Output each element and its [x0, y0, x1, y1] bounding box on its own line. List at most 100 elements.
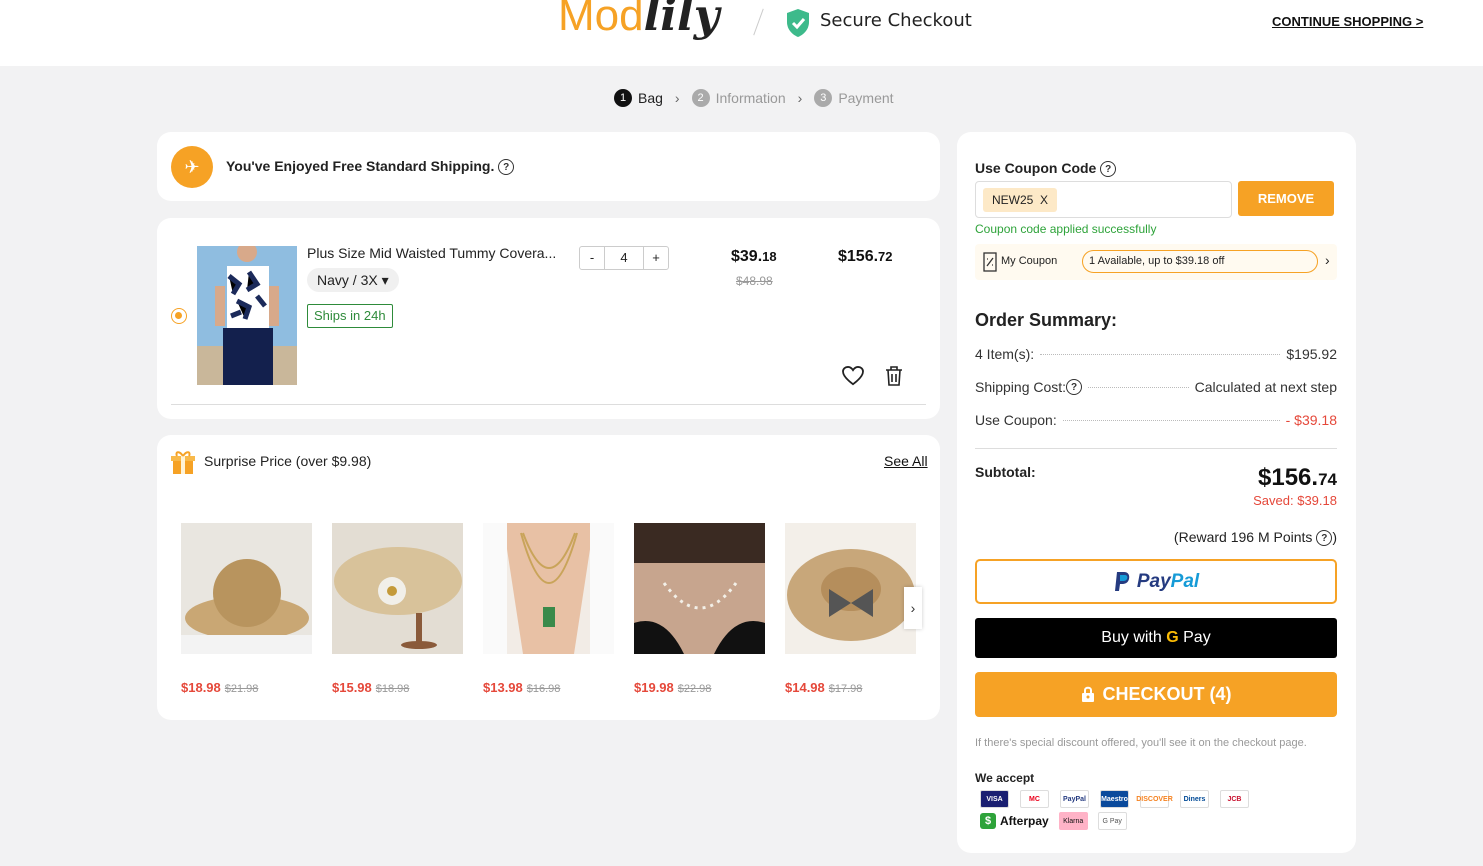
product-image[interactable]: [197, 246, 297, 385]
gpay-icon: G Pay: [1097, 812, 1127, 830]
surprise-price-section: Surprise Price (over $9.98) See All $18.…: [157, 435, 940, 720]
remove-chip-icon[interactable]: X: [1040, 193, 1048, 207]
visa-icon: VISA: [980, 790, 1009, 808]
paypal-icon: [1114, 571, 1130, 591]
lock-icon: [1081, 686, 1094, 702]
qty-plus-button[interactable]: +: [644, 247, 668, 269]
rec-orig-price: $22.98: [677, 683, 712, 695]
carousel-next-button[interactable]: ›: [904, 587, 922, 629]
help-icon[interactable]: ?: [1066, 379, 1083, 395]
header-bar: Modlily Secure Checkout CONTINUE SHOPPIN…: [0, 0, 1483, 66]
dollar-icon: $: [980, 813, 996, 829]
continue-shopping-link[interactable]: CONTINUE SHOPPING >: [1272, 14, 1423, 29]
we-accept-label: We accept: [975, 771, 1035, 785]
header-divider: [753, 8, 764, 36]
caret-down-icon: ▾: [381, 272, 389, 288]
discount-disclaimer: If there's special discount offered, you…: [975, 737, 1307, 749]
payment-methods-row2: $ Afterpay Klarna G Pay: [980, 812, 1127, 830]
pearl-necklace-image[interactable]: [634, 523, 765, 654]
step-payment[interactable]: 3 Payment: [814, 89, 894, 107]
klarna-icon: Klarna: [1058, 812, 1088, 830]
order-summary-title: Order Summary:: [975, 310, 1118, 330]
paypal-card-icon: PayPal: [1060, 790, 1089, 808]
mastercard-icon: MC: [1020, 790, 1049, 808]
discover-icon: DISCOVER: [1136, 790, 1173, 808]
coupon-row: Use Coupon: - $39.18: [975, 412, 1337, 428]
variant-selector[interactable]: Navy / 3X ▾: [307, 268, 399, 292]
coupon-available-pill: 1 Available, up to $39.18 off: [1082, 250, 1318, 273]
rec-item[interactable]: $14.98 $17.98: [785, 523, 916, 695]
paypal-button[interactable]: Pay Pal: [975, 559, 1337, 604]
necklace-image[interactable]: [483, 523, 614, 654]
chevron-right-icon: ›: [910, 600, 916, 616]
coupon-input[interactable]: NEW25 X: [975, 181, 1232, 218]
rec-item[interactable]: $13.98 $16.98: [483, 523, 614, 695]
shield-check-icon: [787, 9, 809, 37]
qty-input[interactable]: 4: [604, 247, 644, 269]
bow-hat-image[interactable]: [785, 523, 916, 654]
product-name[interactable]: Plus Size Mid Waisted Tummy Covera...: [307, 245, 556, 261]
see-all-link[interactable]: See All: [884, 453, 928, 469]
variant-label: Navy / 3X: [317, 272, 378, 288]
item-divider: [171, 404, 926, 405]
rec-orig-price: $21.98: [224, 683, 259, 695]
chevron-right-icon: ›: [1325, 252, 1330, 268]
chevron-right-icon: ›: [674, 90, 680, 106]
help-icon[interactable]: ?: [498, 159, 515, 176]
shipping-row: Shipping Cost:? Calculated at next step: [975, 379, 1337, 395]
step-bag[interactable]: 1 Bag: [614, 89, 663, 107]
free-shipping-text: You've Enjoyed Free Standard Shipping.: [226, 158, 495, 174]
checkout-button[interactable]: CHECKOUT (4): [975, 672, 1337, 717]
chevron-right-icon: ›: [797, 90, 803, 106]
straw-hat-image[interactable]: [181, 523, 312, 654]
subtotal-label: Subtotal:: [975, 464, 1036, 480]
rec-item[interactable]: $18.98 $21.98: [181, 523, 312, 695]
jcb-icon: JCB: [1220, 790, 1249, 808]
rec-orig-price: $17.98: [828, 683, 863, 695]
rec-price: $13.98: [483, 680, 523, 695]
trash-icon[interactable]: [885, 366, 903, 386]
items-row: 4 Item(s): $195.92: [975, 346, 1337, 362]
maestro-icon: Maestro: [1100, 790, 1129, 808]
line-total: $156.72: [838, 248, 893, 265]
applied-coupon-chip: NEW25 X: [983, 188, 1058, 212]
gift-icon: [171, 451, 195, 474]
plane-icon: ✈: [171, 146, 213, 188]
heart-icon[interactable]: [842, 366, 864, 386]
remove-coupon-button[interactable]: REMOVE: [1238, 181, 1334, 216]
order-panel: Use Coupon Code ? NEW25 X REMOVE Coupon …: [957, 132, 1356, 853]
rec-orig-price: $18.98: [375, 683, 410, 695]
secure-checkout-label: Secure Checkout: [820, 10, 972, 31]
step-information[interactable]: 2 Information: [691, 89, 786, 107]
sun-hat-image[interactable]: [332, 523, 463, 654]
coupon-applied-message: Coupon code applied successfully: [975, 222, 1157, 236]
rec-orig-price: $16.98: [526, 683, 561, 695]
coupon-code-title: Use Coupon Code: [975, 160, 1097, 176]
my-coupon-row[interactable]: My Coupon 1 Available, up to $39.18 off …: [975, 244, 1337, 280]
modlily-logo[interactable]: Modlily: [558, 0, 719, 46]
google-pay-button[interactable]: Buy with G Pay: [975, 618, 1337, 658]
google-g-icon: G: [1166, 629, 1179, 646]
reward-points: (Reward 196 M Points: [1173, 529, 1313, 545]
help-icon[interactable]: ?: [1316, 530, 1333, 547]
saved-amount: Saved: $39.18: [1253, 493, 1337, 508]
original-price: $48.98: [736, 274, 773, 288]
help-icon[interactable]: ?: [1100, 161, 1117, 178]
free-shipping-banner: ✈ You've Enjoyed Free Standard Shipping.…: [157, 132, 940, 201]
ships-24h-badge: Ships in 24h: [307, 304, 393, 328]
afterpay-logo: $ Afterpay: [980, 813, 1049, 829]
diners-icon: Diners: [1180, 790, 1209, 808]
rec-item[interactable]: $15.98 $18.98: [332, 523, 463, 695]
qty-minus-button[interactable]: -: [580, 247, 604, 269]
rec-item[interactable]: $19.98 $22.98: [634, 523, 765, 695]
rec-price: $19.98: [634, 680, 674, 695]
summary-divider: [975, 448, 1337, 449]
quantity-stepper: - 4 +: [579, 246, 669, 270]
coupon-icon: [983, 252, 997, 272]
item-select-radio[interactable]: [171, 308, 187, 324]
payment-cards: VISA MC PayPal Maestro DISCOVER Diners J…: [980, 790, 1249, 808]
rec-price: $14.98: [785, 680, 825, 695]
surprise-title: Surprise Price (over $9.98): [204, 453, 372, 469]
subtotal-value: $156.74: [1258, 464, 1337, 491]
rec-price: $15.98: [332, 680, 372, 695]
